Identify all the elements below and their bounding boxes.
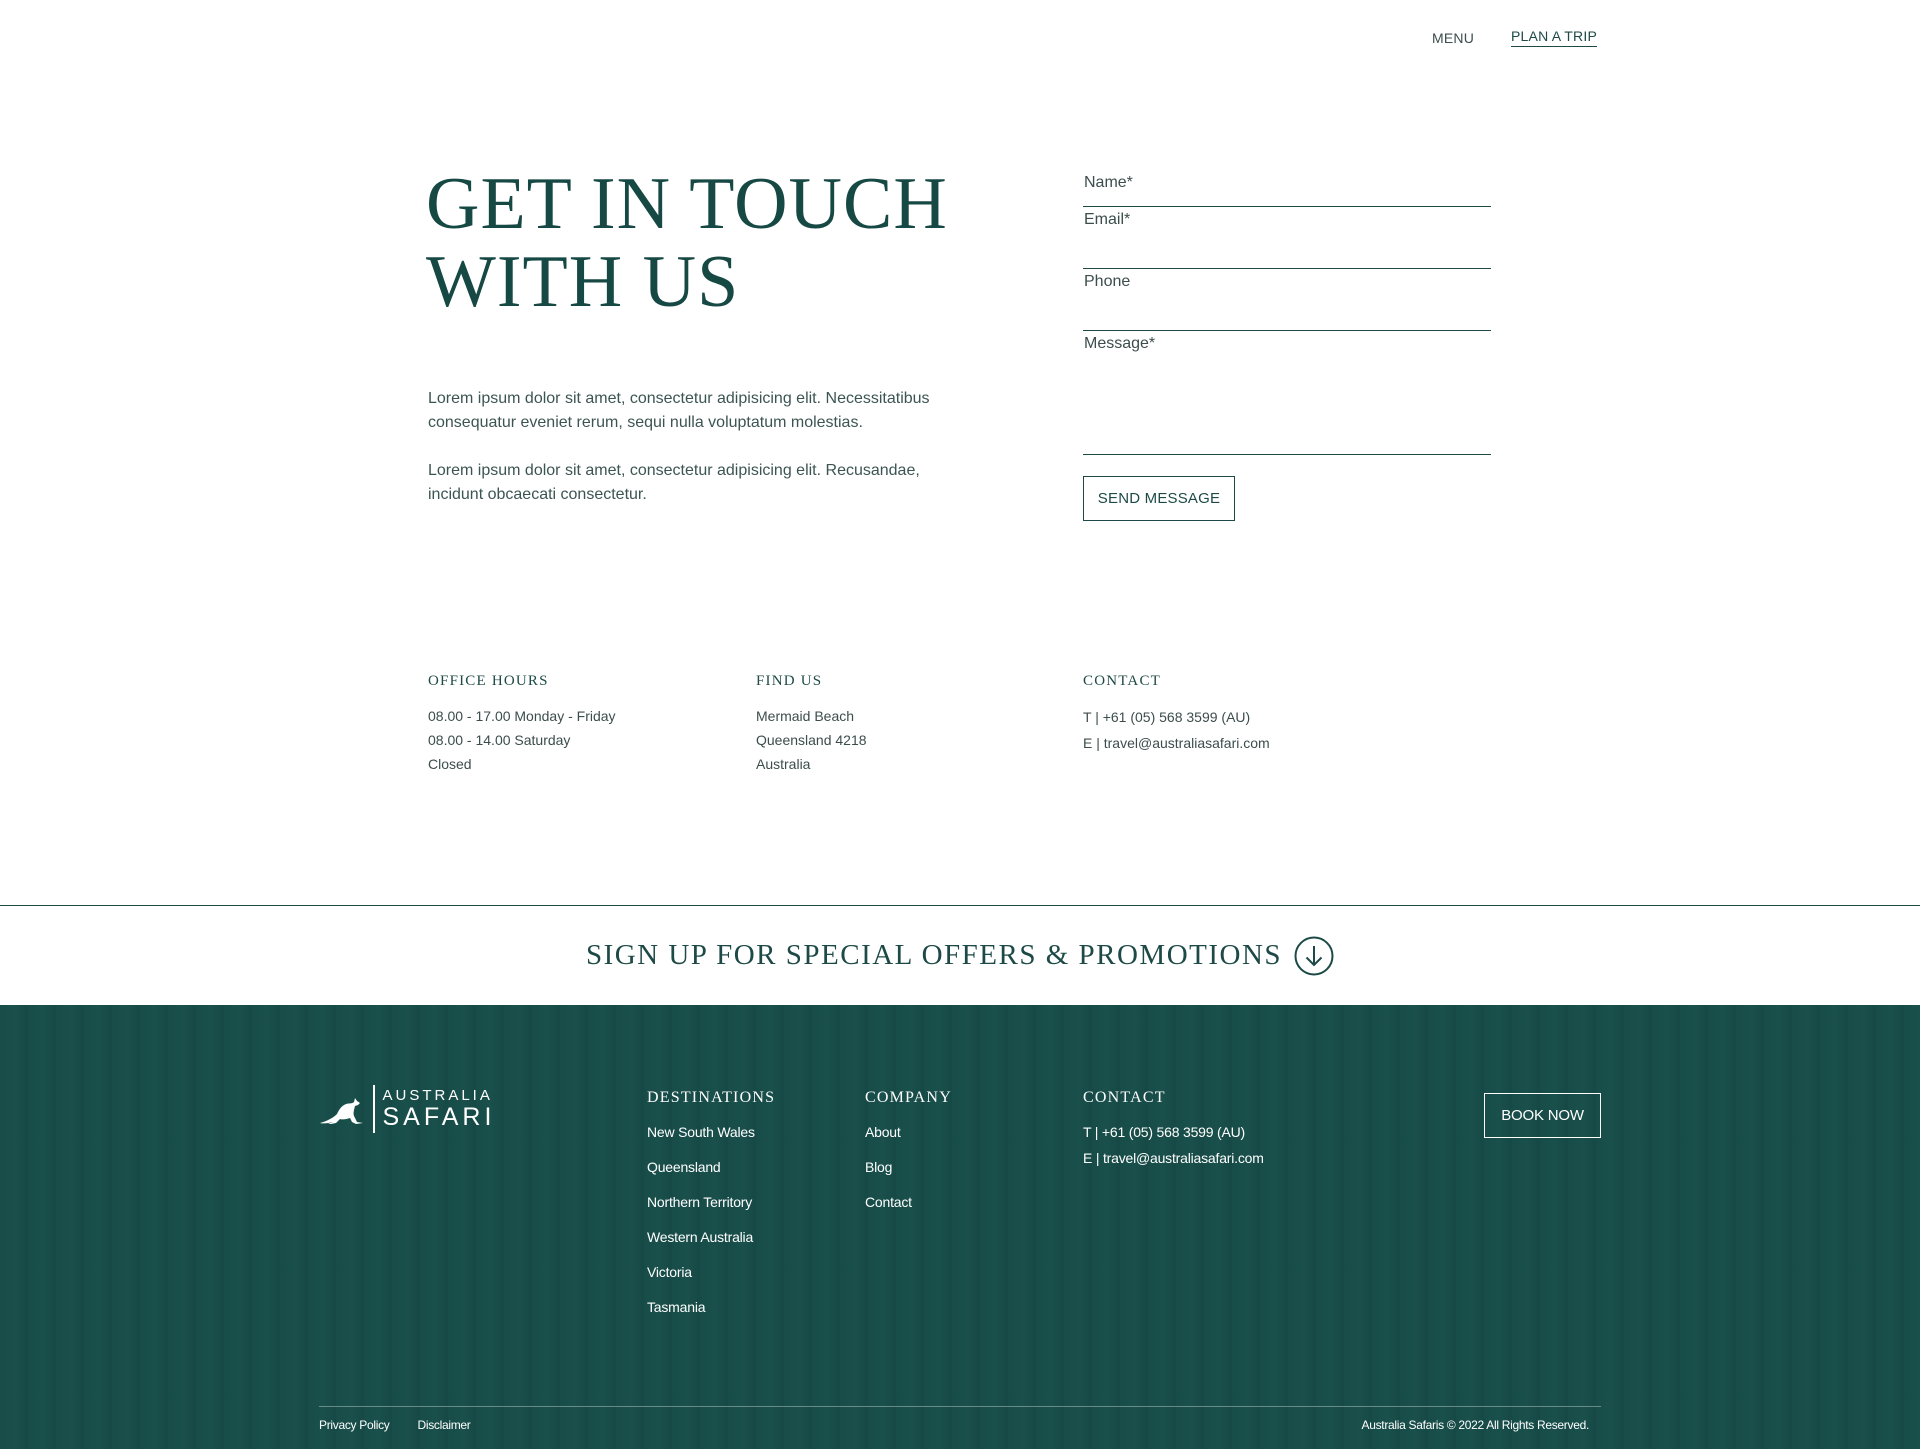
footer-contact: CONTACT T | +61 (05) 568 3599 (AU) E | t… [1083, 1089, 1264, 1171]
address-line: Queensland 4218 [756, 732, 867, 748]
destination-link[interactable]: Northern Territory [647, 1185, 775, 1220]
arrow-down-circle-icon[interactable] [1294, 936, 1334, 976]
find-us-section: FIND US Mermaid Beach Queensland 4218 Au… [756, 673, 867, 776]
page-title-line-1: GET IN TOUCH [426, 163, 948, 245]
name-field-wrapper [1083, 170, 1492, 207]
page-title: GET IN TOUCH WITH US [426, 165, 948, 321]
footer-company: COMPANY About Blog Contact [865, 1089, 952, 1220]
copyright-text: Australia Safaris © 2022 All Rights Rese… [1361, 1418, 1590, 1432]
office-hours-section: OFFICE HOURS 08.00 - 17.00 Monday - Frid… [428, 673, 616, 776]
legal-links: Privacy Policy Disclaimer [319, 1418, 471, 1432]
company-link-blog[interactable]: Blog [865, 1150, 952, 1185]
signup-band: SIGN UP FOR SPECIAL OFFERS & PROMOTIONS [0, 905, 1920, 1005]
logo-wordmark: AUSTRALIA SAFARI [383, 1088, 496, 1130]
destination-link[interactable]: New South Wales [647, 1115, 775, 1150]
destination-link[interactable]: Queensland [647, 1150, 775, 1185]
contact-form: SEND MESSAGE [1083, 170, 1492, 521]
address-line: Australia [756, 756, 811, 772]
company-link-about[interactable]: About [865, 1115, 952, 1150]
footer: AUSTRALIA SAFARI DESTINATIONS New South … [0, 1005, 1920, 1449]
footer-contact-email[interactable]: E | travel@australiasafari.com [1083, 1145, 1264, 1171]
phone-field-wrapper [1083, 269, 1492, 331]
contact-phone[interactable]: T | +61 (05) 568 3599 (AU) [1083, 704, 1270, 730]
contact-section: CONTACT T | +61 (05) 568 3599 (AU) E | t… [1083, 673, 1270, 756]
logo-divider [373, 1085, 375, 1133]
email-field[interactable] [1084, 211, 1492, 229]
intro-paragraph-2: Lorem ipsum dolor sit amet, consectetur … [428, 462, 920, 503]
company-link-contact[interactable]: Contact [865, 1185, 952, 1220]
book-now-button[interactable]: BOOK NOW [1484, 1093, 1601, 1138]
menu-link[interactable]: MENU [1432, 30, 1474, 46]
message-field[interactable] [1084, 335, 1492, 435]
office-hours-line: 08.00 - 14.00 Saturday [428, 732, 571, 748]
send-message-button[interactable]: SEND MESSAGE [1083, 476, 1235, 521]
footer-bottom-bar: Privacy Policy Disclaimer Australia Safa… [319, 1406, 1601, 1432]
footer-contact-phone[interactable]: T | +61 (05) 568 3599 (AU) [1083, 1119, 1264, 1145]
footer-destinations: DESTINATIONS New South Wales Queensland … [647, 1089, 775, 1325]
plan-a-trip-link[interactable]: PLAN A TRIP [1511, 28, 1597, 47]
message-field-wrapper [1083, 331, 1492, 455]
destination-link[interactable]: Western Australia [647, 1220, 775, 1255]
footer-contact-title: CONTACT [1083, 1089, 1166, 1106]
contact-email[interactable]: E | travel@australiasafari.com [1083, 730, 1270, 756]
phone-field[interactable] [1084, 273, 1492, 291]
find-us-title: FIND US [756, 673, 823, 689]
page-title-line-2: WITH US [426, 241, 740, 323]
name-field[interactable] [1084, 174, 1492, 192]
logo-line-2: SAFARI [382, 1103, 496, 1131]
privacy-policy-link[interactable]: Privacy Policy [319, 1418, 390, 1432]
disclaimer-link[interactable]: Disclaimer [417, 1418, 470, 1432]
intro-text: Lorem ipsum dolor sit amet, consectetur … [428, 387, 968, 507]
company-title: COMPANY [865, 1089, 952, 1106]
destination-link[interactable]: Victoria [647, 1255, 775, 1290]
office-hours-line: Closed [428, 756, 472, 772]
signup-label[interactable]: SIGN UP FOR SPECIAL OFFERS & PROMOTIONS [586, 939, 1282, 972]
top-nav: MENU PLAN A TRIP [1432, 28, 1597, 47]
office-hours-line: 08.00 - 17.00 Monday - Friday [428, 708, 616, 724]
intro-paragraph-1: Lorem ipsum dolor sit amet, consectetur … [428, 390, 930, 431]
email-field-wrapper [1083, 207, 1492, 269]
contact-title: CONTACT [1083, 673, 1162, 689]
office-hours-title: OFFICE HOURS [428, 673, 549, 689]
address-line: Mermaid Beach [756, 708, 855, 724]
logo[interactable]: AUSTRALIA SAFARI [319, 1085, 495, 1133]
logo-line-1: AUSTRALIA [382, 1087, 493, 1104]
destinations-title: DESTINATIONS [647, 1089, 776, 1106]
kangaroo-icon [320, 1098, 363, 1124]
destination-link[interactable]: Tasmania [647, 1290, 775, 1325]
